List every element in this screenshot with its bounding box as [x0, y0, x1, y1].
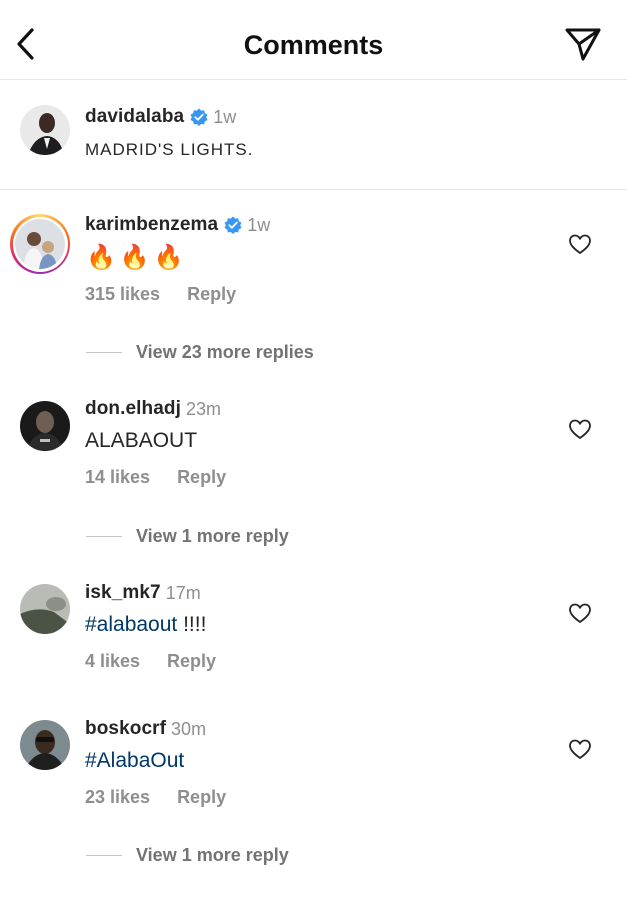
- comment-meta: 315 likes Reply: [85, 284, 236, 305]
- comment-username[interactable]: isk_mk7: [85, 582, 161, 604]
- view-replies-label: View 23 more replies: [136, 342, 314, 362]
- hashtag-link[interactable]: #alabaout: [85, 613, 177, 636]
- heart-outline-icon[interactable]: [568, 602, 592, 624]
- verified-badge-icon: [190, 108, 208, 126]
- divider-line: [86, 855, 122, 856]
- caption-username[interactable]: davidalaba: [85, 106, 184, 128]
- comment-meta: 14 likes Reply: [85, 467, 226, 488]
- view-replies-label: View 1 more reply: [136, 526, 289, 546]
- avatar[interactable]: [20, 720, 70, 770]
- page-title: Comments: [243, 30, 384, 60]
- comment-text: ALABAOUT: [85, 429, 198, 452]
- hashtag-link[interactable]: #AlabaOut: [85, 749, 184, 772]
- post-caption: davidalaba 1w MADRID'S LIGHTS.: [0, 81, 627, 190]
- comment-time: 23m: [186, 398, 222, 419]
- comment-text-rest: !!!!: [177, 613, 207, 636]
- header-bar: Comments: [0, 0, 627, 80]
- heart-outline-icon[interactable]: [568, 738, 592, 760]
- avatar-photo: [15, 219, 65, 269]
- avatar-photo: [20, 105, 70, 155]
- comment-header: boskocrf 30m: [85, 718, 206, 740]
- like-count[interactable]: 4 likes: [85, 651, 140, 672]
- avatar[interactable]: [20, 584, 70, 634]
- comment-username[interactable]: karimbenzema: [85, 214, 218, 236]
- comment-time: 30m: [171, 718, 207, 739]
- comment-text: #AlabaOut: [85, 749, 184, 773]
- comment-header: karimbenzema 1w: [85, 214, 270, 236]
- caption-text: MADRID'S LIGHTS.: [85, 140, 254, 159]
- view-replies-label: View 1 more reply: [136, 845, 289, 865]
- comment-text: #alabaout !!!!: [85, 613, 206, 637]
- avatar[interactable]: [20, 105, 70, 155]
- comment-text: 🔥🔥🔥: [86, 244, 188, 271]
- comment-meta: 23 likes Reply: [85, 787, 226, 808]
- comment-header: don.elhadj 23m: [85, 398, 221, 420]
- reply-button[interactable]: Reply: [177, 467, 226, 488]
- comment-time: 17m: [165, 582, 201, 603]
- view-more-replies-button[interactable]: View 1 more reply: [86, 845, 289, 866]
- divider-line: [86, 536, 122, 537]
- paper-plane-icon: [565, 28, 601, 61]
- heart-outline-icon[interactable]: [568, 418, 592, 440]
- view-more-replies-button[interactable]: View 23 more replies: [86, 342, 314, 363]
- like-count[interactable]: 23 likes: [85, 787, 150, 808]
- reply-button[interactable]: Reply: [177, 787, 226, 808]
- avatar-photo: [20, 720, 70, 770]
- comment-meta: 4 likes Reply: [85, 651, 216, 672]
- avatar: [15, 219, 65, 269]
- avatar-photo: [20, 401, 70, 451]
- caption-header: davidalaba 1w: [85, 106, 236, 128]
- comment-header: isk_mk7 17m: [85, 582, 201, 604]
- share-button[interactable]: [563, 24, 603, 64]
- divider-line: [86, 352, 122, 353]
- comment-time: 1w: [247, 214, 271, 235]
- comment-username[interactable]: boskocrf: [85, 718, 166, 740]
- reply-button[interactable]: Reply: [167, 651, 216, 672]
- caption-time: 1w: [213, 106, 237, 127]
- verified-badge-icon: [224, 216, 242, 234]
- comment-username[interactable]: don.elhadj: [85, 398, 181, 420]
- avatar-story-ring[interactable]: [10, 214, 70, 274]
- reply-button[interactable]: Reply: [187, 284, 236, 305]
- heart-outline-icon[interactable]: [568, 233, 592, 255]
- like-count[interactable]: 315 likes: [85, 284, 160, 305]
- avatar[interactable]: [20, 401, 70, 451]
- avatar-photo: [20, 584, 70, 634]
- like-count[interactable]: 14 likes: [85, 467, 150, 488]
- view-more-replies-button[interactable]: View 1 more reply: [86, 526, 289, 547]
